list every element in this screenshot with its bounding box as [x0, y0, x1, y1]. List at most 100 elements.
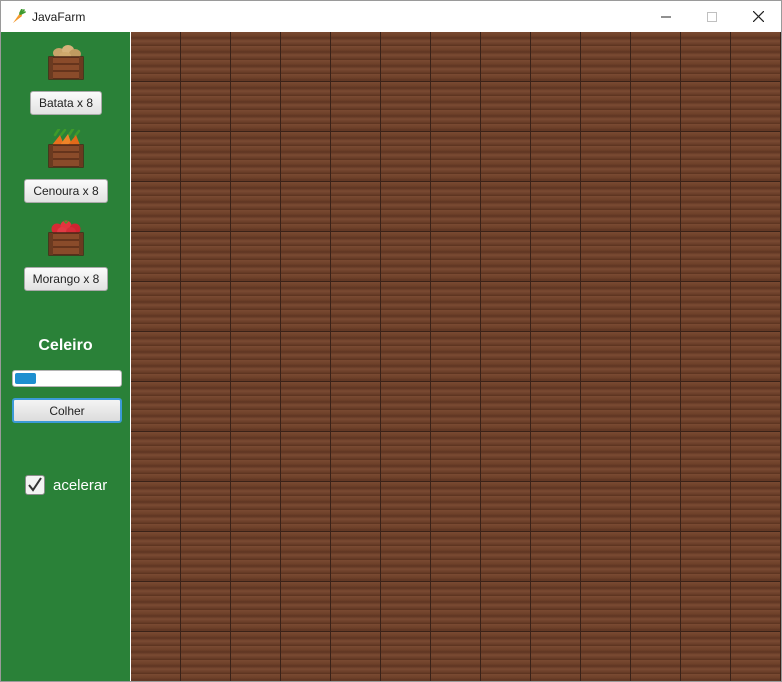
soil-tile[interactable] — [381, 232, 431, 282]
soil-tile[interactable] — [331, 382, 381, 432]
soil-tile[interactable] — [131, 32, 181, 82]
soil-tile[interactable] — [581, 332, 631, 382]
soil-tile[interactable] — [331, 632, 381, 681]
soil-tile[interactable] — [731, 132, 781, 182]
soil-tile[interactable] — [281, 282, 331, 332]
soil-tile[interactable] — [181, 232, 231, 282]
soil-tile[interactable] — [131, 282, 181, 332]
soil-tile[interactable] — [681, 232, 731, 282]
soil-tile[interactable] — [331, 432, 381, 482]
soil-tile[interactable] — [481, 332, 531, 382]
soil-tile[interactable] — [231, 432, 281, 482]
minimize-button[interactable] — [643, 1, 689, 32]
soil-tile[interactable] — [631, 282, 681, 332]
soil-tile[interactable] — [481, 632, 531, 681]
soil-tile[interactable] — [381, 182, 431, 232]
soil-tile[interactable] — [231, 282, 281, 332]
soil-tile[interactable] — [481, 382, 531, 432]
soil-tile[interactable] — [231, 582, 281, 632]
soil-tile[interactable] — [331, 482, 381, 532]
soil-tile[interactable] — [581, 482, 631, 532]
soil-tile[interactable] — [131, 432, 181, 482]
soil-tile[interactable] — [731, 232, 781, 282]
soil-tile[interactable] — [281, 582, 331, 632]
soil-tile[interactable] — [231, 332, 281, 382]
maximize-button[interactable] — [689, 1, 735, 32]
acelerar-toggle[interactable]: acelerar — [25, 475, 107, 495]
soil-tile[interactable] — [681, 82, 731, 132]
soil-tile[interactable] — [381, 582, 431, 632]
soil-tile[interactable] — [331, 32, 381, 82]
soil-tile[interactable] — [181, 132, 231, 182]
soil-tile[interactable] — [381, 632, 431, 681]
soil-tile[interactable] — [281, 482, 331, 532]
plant-morango-button[interactable]: Morango x 8 — [23, 267, 109, 291]
soil-tile[interactable] — [581, 532, 631, 582]
soil-tile[interactable] — [231, 32, 281, 82]
soil-tile[interactable] — [481, 182, 531, 232]
soil-tile[interactable] — [131, 482, 181, 532]
soil-tile[interactable] — [531, 182, 581, 232]
soil-tile[interactable] — [731, 282, 781, 332]
soil-tile[interactable] — [631, 132, 681, 182]
soil-tile[interactable] — [581, 382, 631, 432]
soil-tile[interactable] — [181, 382, 231, 432]
soil-tile[interactable] — [231, 232, 281, 282]
soil-tile[interactable] — [431, 582, 481, 632]
soil-tile[interactable] — [531, 382, 581, 432]
soil-tile[interactable] — [231, 382, 281, 432]
soil-tile[interactable] — [631, 82, 681, 132]
soil-tile[interactable] — [331, 332, 381, 382]
soil-tile[interactable] — [281, 532, 331, 582]
soil-tile[interactable] — [431, 32, 481, 82]
soil-tile[interactable] — [631, 532, 681, 582]
soil-tile[interactable] — [631, 232, 681, 282]
soil-tile[interactable] — [681, 482, 731, 532]
soil-tile[interactable] — [681, 332, 731, 382]
soil-tile[interactable] — [181, 532, 231, 582]
soil-tile[interactable] — [131, 632, 181, 681]
soil-tile[interactable] — [681, 582, 731, 632]
soil-tile[interactable] — [531, 332, 581, 382]
soil-tile[interactable] — [181, 632, 231, 681]
soil-tile[interactable] — [331, 532, 381, 582]
soil-tile[interactable] — [631, 582, 681, 632]
soil-tile[interactable] — [731, 532, 781, 582]
soil-tile[interactable] — [581, 82, 631, 132]
soil-tile[interactable] — [581, 32, 631, 82]
soil-tile[interactable] — [531, 132, 581, 182]
soil-tile[interactable] — [731, 382, 781, 432]
farm-field[interactable] — [131, 32, 781, 681]
soil-tile[interactable] — [431, 532, 481, 582]
soil-tile[interactable] — [381, 82, 431, 132]
soil-tile[interactable] — [281, 132, 331, 182]
soil-tile[interactable] — [181, 32, 231, 82]
soil-tile[interactable] — [681, 182, 731, 232]
soil-tile[interactable] — [131, 82, 181, 132]
soil-tile[interactable] — [231, 532, 281, 582]
soil-tile[interactable] — [381, 382, 431, 432]
soil-tile[interactable] — [181, 432, 231, 482]
soil-tile[interactable] — [731, 332, 781, 382]
soil-tile[interactable] — [131, 382, 181, 432]
soil-tile[interactable] — [481, 32, 531, 82]
soil-tile[interactable] — [331, 82, 381, 132]
soil-tile[interactable] — [481, 282, 531, 332]
soil-tile[interactable] — [231, 182, 281, 232]
soil-tile[interactable] — [131, 132, 181, 182]
soil-tile[interactable] — [481, 482, 531, 532]
soil-tile[interactable] — [281, 232, 331, 282]
soil-tile[interactable] — [731, 32, 781, 82]
soil-tile[interactable] — [731, 582, 781, 632]
soil-tile[interactable] — [331, 182, 381, 232]
soil-tile[interactable] — [431, 132, 481, 182]
soil-tile[interactable] — [631, 332, 681, 382]
soil-tile[interactable] — [681, 32, 731, 82]
soil-tile[interactable] — [331, 282, 381, 332]
soil-tile[interactable] — [331, 232, 381, 282]
soil-tile[interactable] — [381, 432, 431, 482]
soil-tile[interactable] — [531, 532, 581, 582]
soil-tile[interactable] — [431, 282, 481, 332]
soil-tile[interactable] — [431, 432, 481, 482]
soil-tile[interactable] — [381, 482, 431, 532]
